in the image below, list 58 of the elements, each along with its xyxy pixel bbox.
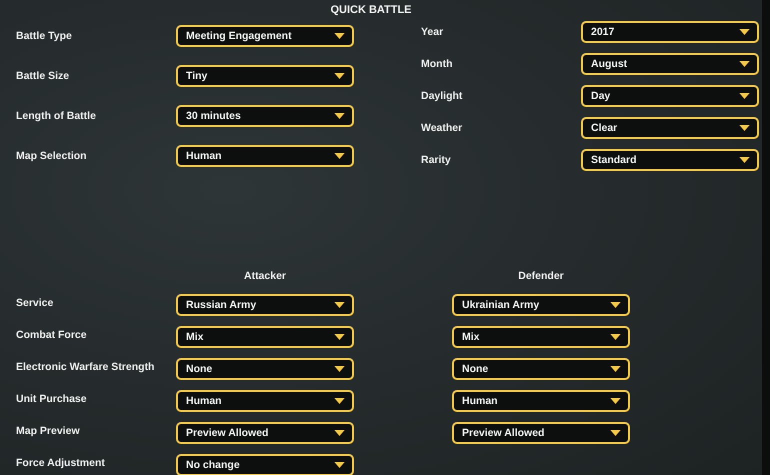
dropdown[interactable]: Preview Allowed <box>176 422 354 444</box>
setting-label: Weather <box>421 122 464 134</box>
dropdown[interactable]: Mix <box>452 326 630 348</box>
caret-icon <box>334 113 345 119</box>
setting-label: Year <box>421 26 444 38</box>
setting-label: Map Selection <box>16 150 88 162</box>
caret-icon <box>610 430 621 436</box>
dropdown[interactable]: None <box>176 358 354 380</box>
setting-label: Unit Purchase <box>16 392 88 404</box>
caret-icon <box>610 302 621 308</box>
dropdown[interactable]: 30 minutes <box>176 105 354 127</box>
caret-icon <box>610 398 621 404</box>
caret-icon <box>610 366 621 372</box>
dropdown[interactable]: None <box>452 358 630 380</box>
caret-icon <box>610 334 621 340</box>
setting-label: Force Adjustment <box>16 456 106 468</box>
caret-icon <box>334 462 345 468</box>
caret-icon <box>334 334 345 340</box>
column-header: Attacker <box>242 270 288 282</box>
dropdown[interactable]: 2017 <box>581 21 759 43</box>
caret-icon <box>334 398 345 404</box>
caret-icon <box>334 153 345 159</box>
caret-icon <box>739 125 750 131</box>
setting-label: Combat Force <box>16 328 88 340</box>
caret-icon <box>739 61 750 67</box>
dropdown[interactable]: Meeting Engagement <box>176 25 354 47</box>
dropdown[interactable]: No change <box>176 454 354 475</box>
dropdown[interactable]: Human <box>452 390 630 412</box>
setting-label: Battle Size <box>16 70 70 82</box>
dropdown[interactable]: Day <box>581 85 759 107</box>
dropdown[interactable]: Ukrainian Army <box>452 294 630 316</box>
dropdown[interactable]: Human <box>176 145 354 167</box>
dropdown[interactable]: Clear <box>581 117 759 139</box>
setting-label: Electronic Warfare Strength <box>16 360 156 372</box>
dropdown[interactable]: August <box>581 53 759 75</box>
dropdown[interactable]: Tiny <box>176 65 354 87</box>
dropdown[interactable]: Mix <box>176 326 354 348</box>
setting-label: Map Preview <box>16 424 81 436</box>
caret-icon <box>334 33 345 39</box>
caret-icon <box>334 430 345 436</box>
caret-icon <box>334 366 345 372</box>
caret-icon <box>739 93 750 99</box>
setting-label: Service <box>16 296 54 308</box>
setting-label: Battle Type <box>16 30 73 42</box>
setting-label: Daylight <box>421 90 464 102</box>
dropdown[interactable]: Standard <box>581 149 759 171</box>
setting-label: Month <box>421 58 454 70</box>
caret-icon <box>334 73 345 79</box>
caret-icon <box>739 157 750 163</box>
caret-icon <box>334 302 345 308</box>
dropdown[interactable]: Russian Army <box>176 294 354 316</box>
setting-label: Length of Battle <box>16 110 97 122</box>
caret-icon <box>739 29 750 35</box>
setting-label: Rarity <box>421 154 452 166</box>
screen-title: QUICK BATTLE <box>329 3 413 18</box>
column-header: Defender <box>517 270 565 282</box>
dropdown[interactable]: Human <box>176 390 354 412</box>
dropdown[interactable]: Preview Allowed <box>452 422 630 444</box>
